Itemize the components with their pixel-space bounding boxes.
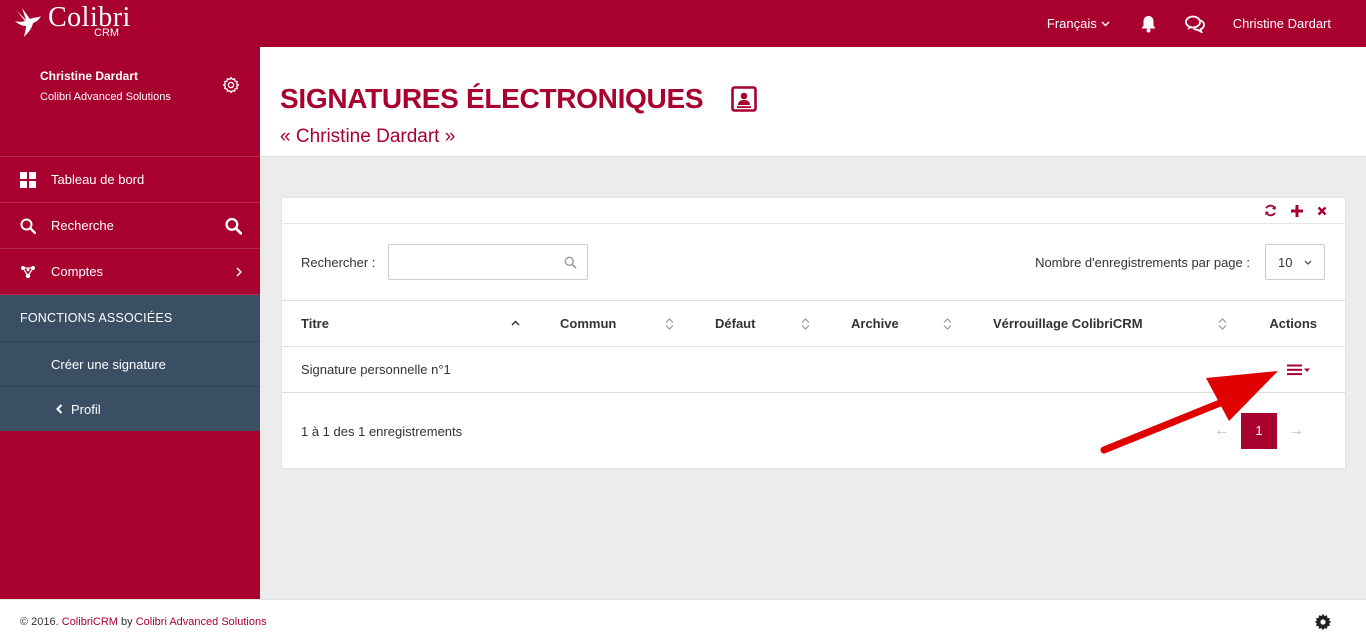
column-header-verrouillage[interactable]: Vérrouillage ColibriCRM [973,301,1243,347]
cell-verrouillage [973,346,1243,393]
pagination-next[interactable]: → [1277,422,1315,440]
language-selector[interactable]: Français [1047,16,1110,31]
page-title-text: SIGNATURES ÉLECTRONIQUES [280,83,704,114]
per-page-select[interactable]: 10 [1265,244,1325,280]
refresh-icon [1265,204,1276,217]
sidebar-item-accounts[interactable]: Comptes [0,249,260,295]
page-subtitle: « Christine Dardart » [280,126,456,147]
sidebar-profile: Christine Dardart Colibri Advanced Solut… [0,47,260,157]
sidebar-item-search[interactable]: Recherche [0,203,260,249]
sidebar: Christine Dardart Colibri Advanced Solut… [0,47,260,599]
table-footer: 1 à 1 des 1 enregistrements ← 1 → [282,393,1345,469]
page-header: SIGNATURES ÉLECTRONIQUES « Christine Dar… [260,47,1366,157]
close-icon [1317,206,1327,215]
sidebar-item-label: Recherche [51,218,114,233]
cell-titre: Signature personnelle n°1 [282,346,540,393]
chat-bubbles-icon [1184,15,1205,33]
refresh-button[interactable] [1264,204,1277,217]
copyright: © 2016. ColibriCRM by Colibri Advanced S… [20,616,267,628]
cell-commun [540,346,695,393]
panel-toolbar [282,198,1345,224]
column-header-defaut[interactable]: Défaut [695,301,831,347]
search-label: Rechercher : [301,255,376,270]
sidebar-item-dashboard[interactable]: Tableau de bord [0,157,260,203]
chevron-down-icon [1101,20,1110,27]
per-page-label: Nombre d'enregistrements par page : [1035,255,1250,270]
cell-defaut [695,346,831,393]
signatures-panel: Rechercher : Nombre d'enregistrements pa… [281,197,1346,469]
pagination-prev[interactable]: ← [1203,422,1241,440]
language-label: Français [1046,16,1097,31]
pagination-page[interactable]: 1 [1241,412,1277,449]
close-button[interactable] [1317,206,1327,216]
accounts-icon [20,264,36,280]
notifications-button[interactable] [1140,15,1157,33]
chevron-down-icon [1304,260,1312,265]
records-info: 1 à 1 des 1 enregistrements [301,423,463,439]
chevron-right-icon [236,266,242,277]
search-icon [20,218,36,234]
profile-settings-button[interactable] [222,76,240,97]
hummingbird-logo-icon [15,8,41,37]
pagination: ← 1 → [1203,412,1315,449]
company-link[interactable]: Colibri Advanced Solutions [136,616,267,628]
table-row[interactable]: Signature personnelle n°1 [282,346,1345,393]
sidebar-item-profile[interactable]: Profil [0,386,260,431]
plus-icon [1291,204,1303,217]
sidebar-item-label: Comptes [51,264,104,279]
logo-subtext: CRM [94,27,120,39]
page-title: SIGNATURES ÉLECTRONIQUES [280,83,758,115]
gear-icon [1314,613,1332,631]
sort-icon [943,318,952,330]
column-header-commun[interactable]: Commun [540,301,695,347]
search-icon [564,256,577,269]
column-header-actions: Actions [1243,301,1345,347]
per-page-value: 10 [1278,254,1293,270]
add-button[interactable] [1291,204,1303,217]
column-header-titre[interactable]: Titre [282,301,540,347]
cell-archive [831,346,973,393]
chevron-left-icon [56,404,63,414]
top-user-menu[interactable]: Christine Dardart [1233,16,1331,31]
product-link[interactable]: ColibriCRM [62,616,118,628]
signatures-table: Titre Commun Défaut Archive Vérrouillage… [282,301,1345,393]
column-header-archive[interactable]: Archive [831,301,973,347]
top-bar: Colibri CRM Français Christine Dardart [0,0,1366,47]
table-controls: Rechercher : Nombre d'enregistrements pa… [282,224,1345,301]
sidebar-item-label: Tableau de bord [51,172,145,187]
sort-icon [1218,318,1227,330]
contact-card-icon [731,86,758,112]
grid-icon [20,171,36,188]
bell-icon [1141,15,1156,32]
messages-button[interactable] [1184,15,1205,33]
search-field[interactable] [388,244,588,280]
sort-icon [665,318,674,330]
gear-icon [222,76,240,94]
sidebar-item-label: Profil [71,401,101,417]
footer-settings-button[interactable] [1314,613,1332,634]
row-actions-button[interactable] [1287,364,1311,376]
sidebar-section-header: FONCTIONS ASSOCIÉES [0,295,260,341]
sort-icon [801,318,810,330]
menu-dropdown-icon [1287,364,1310,376]
sort-asc-icon [511,320,520,326]
search-input[interactable] [389,245,587,279]
page-footer: © 2016. ColibriCRM by Colibri Advanced S… [0,599,1366,644]
search-icon[interactable] [225,217,242,234]
sidebar-item-create-signature[interactable]: Créer une signature [0,341,260,386]
